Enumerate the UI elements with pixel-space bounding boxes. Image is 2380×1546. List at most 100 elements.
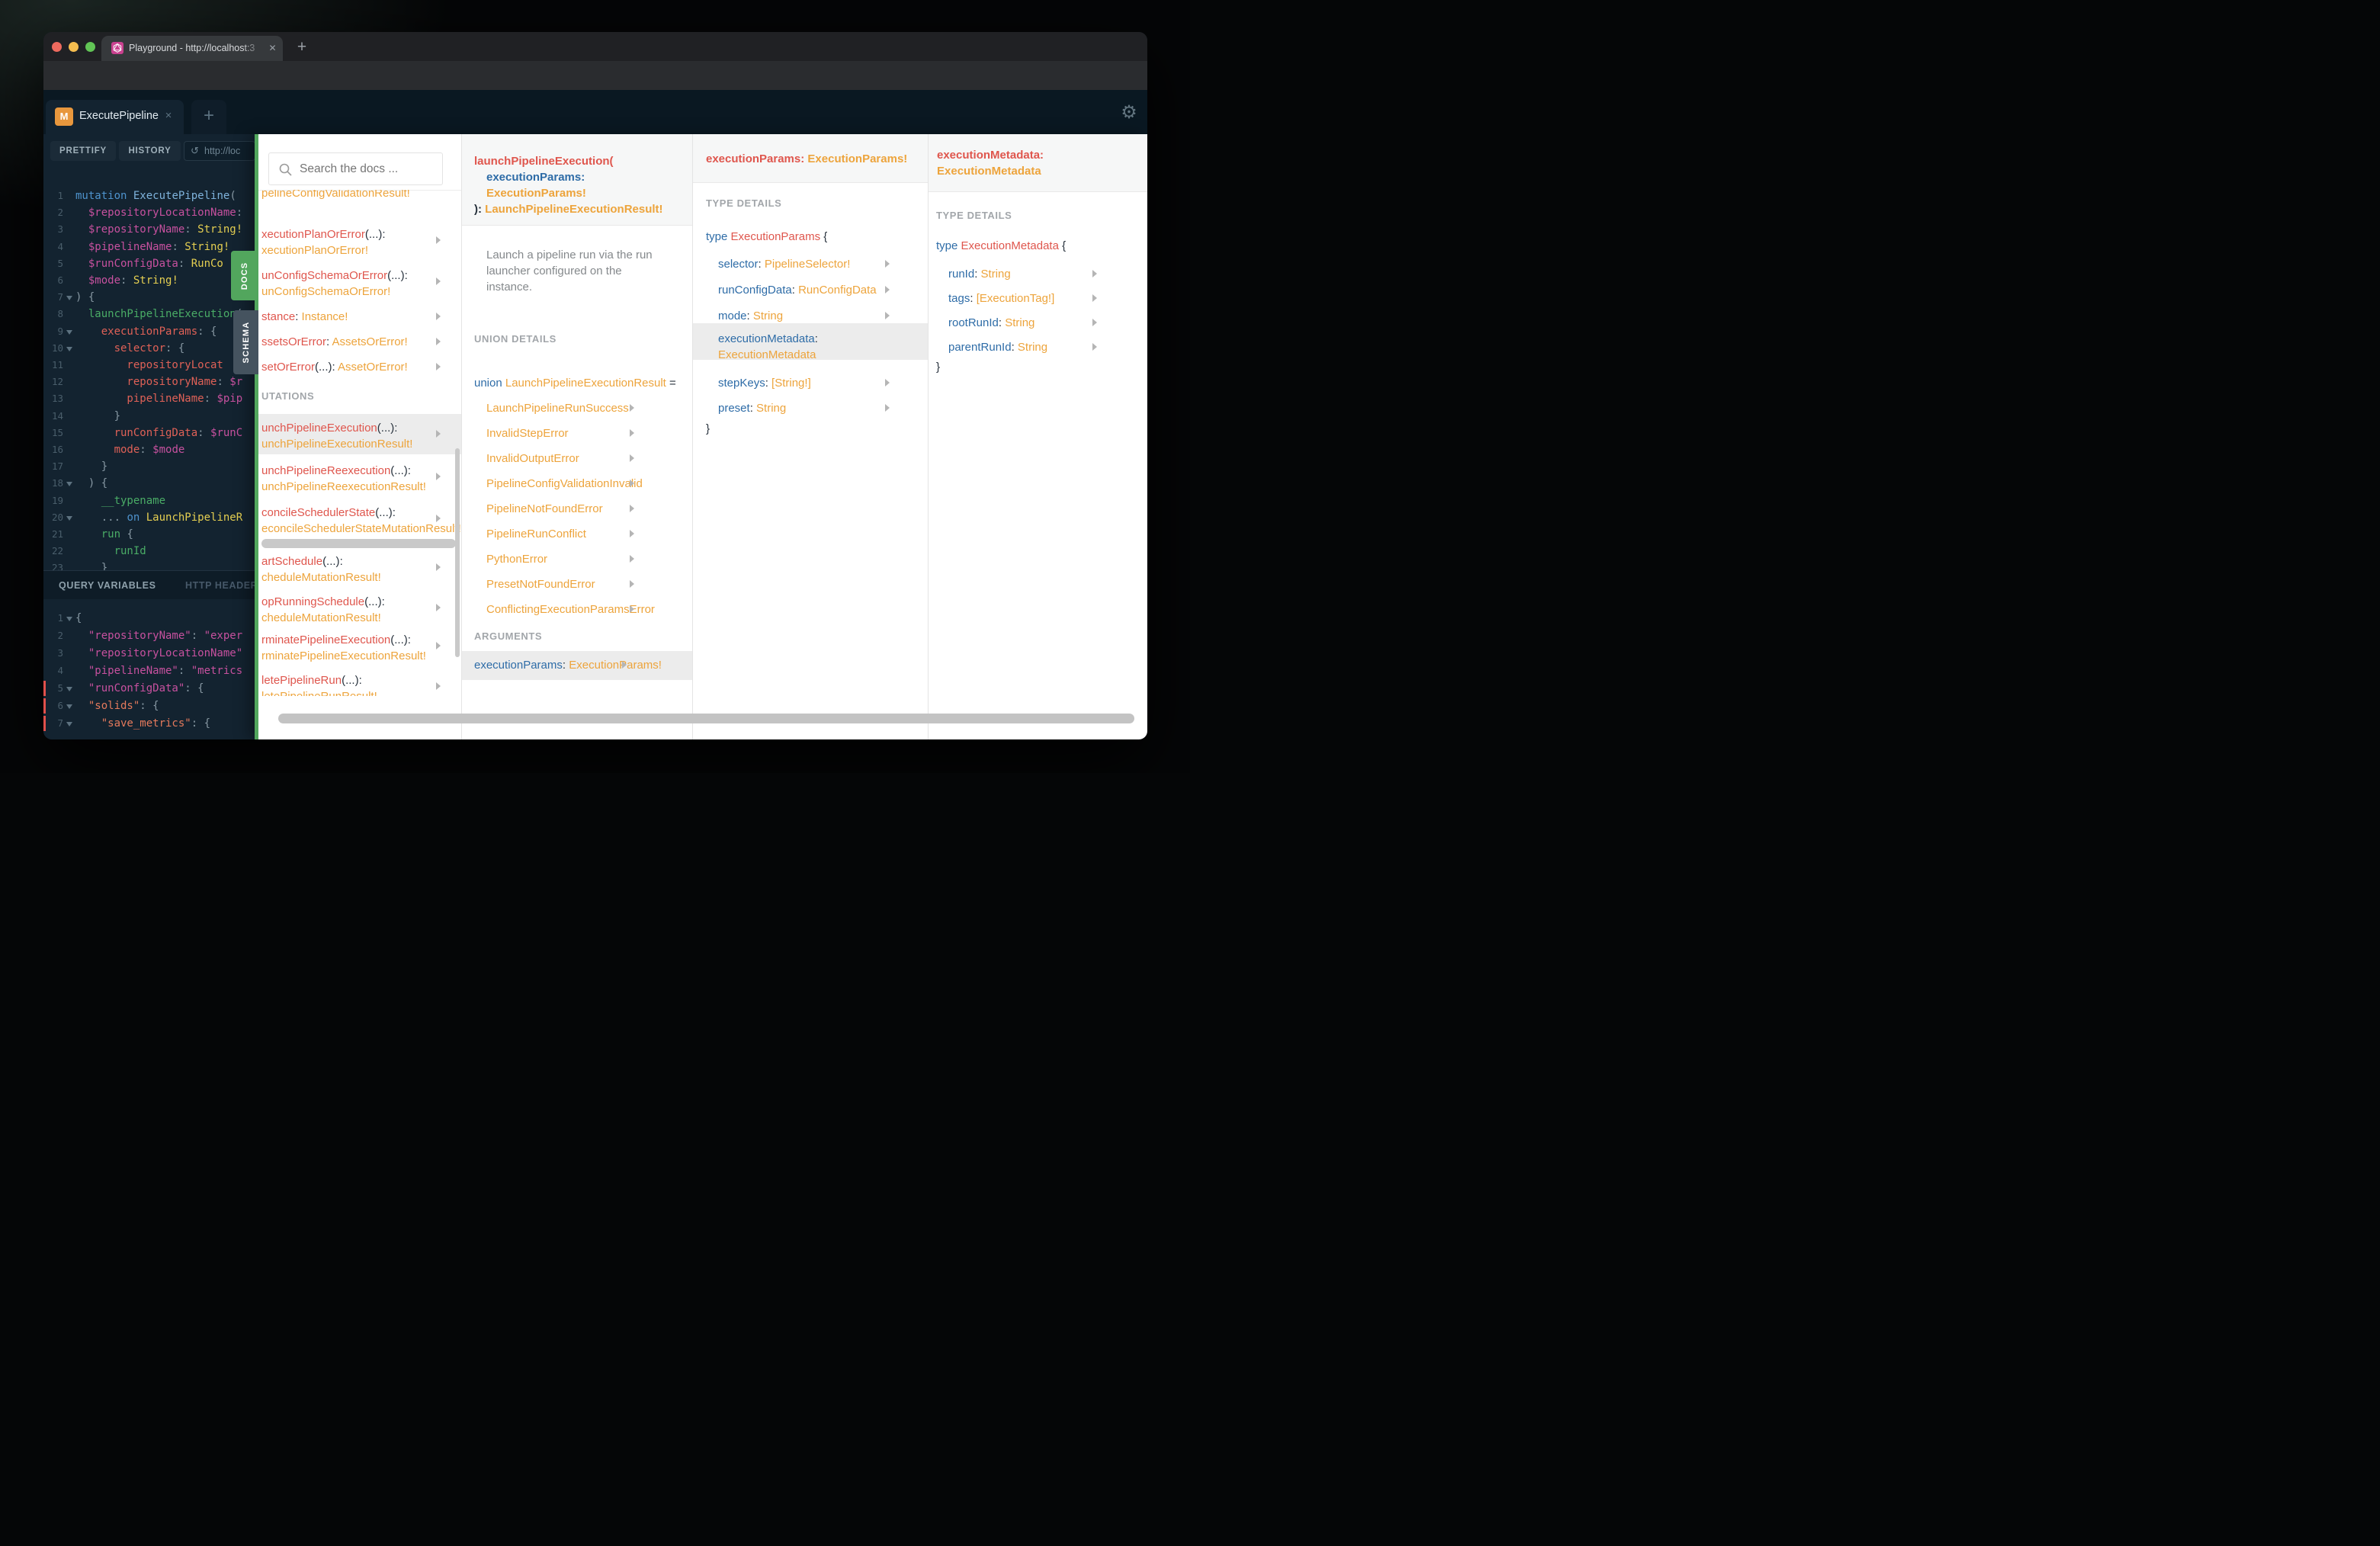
type-field[interactable]: rootRunId: String xyxy=(948,315,1034,331)
chevron-right-icon[interactable] xyxy=(885,312,890,319)
type-field[interactable]: mode: String xyxy=(718,308,783,324)
prettify-button[interactable]: PRETTIFY xyxy=(50,141,116,161)
doc-list-item[interactable]: setOrError(...): AssetOrError! xyxy=(261,359,408,375)
tab-query-variables[interactable]: QUERY VARIABLES xyxy=(59,580,156,591)
fold-arrow-icon[interactable] xyxy=(66,617,72,621)
schema-side-tab[interactable]: SCHEMA xyxy=(233,310,258,374)
doc-list-item[interactable]: unchPipelineExecution(...): xyxy=(261,420,397,436)
union-name[interactable]: LaunchPipelineExecutionResult xyxy=(505,377,666,390)
doc-list-item[interactable]: stance: Instance! xyxy=(261,309,348,325)
doc-list-item[interactable]: unchPipelineReexecution(...): xyxy=(261,463,411,479)
playground-tab-close-icon[interactable]: × xyxy=(162,109,175,123)
chevron-right-icon[interactable] xyxy=(436,563,441,571)
search-input[interactable] xyxy=(298,158,438,181)
vertical-scrollbar[interactable] xyxy=(455,448,460,657)
argument-row[interactable]: executionParams: ExecutionParams! xyxy=(462,651,692,680)
editor-line[interactable]: $mode: String! xyxy=(75,272,178,289)
doc-list-item[interactable]: pelineConfigValidationResult! xyxy=(261,190,410,201)
chevron-right-icon[interactable] xyxy=(436,313,441,320)
type-field[interactable]: tags: [ExecutionTag!] xyxy=(948,290,1054,306)
fold-arrow-icon[interactable] xyxy=(66,704,72,709)
editor-line[interactable]: mutation ExecutePipeline( xyxy=(75,188,236,204)
type-field[interactable]: selector: PipelineSelector! xyxy=(718,256,850,272)
doc-list-item[interactable]: unConfigSchemaOrError(...): xyxy=(261,268,408,284)
chevron-right-icon[interactable] xyxy=(436,604,441,611)
fold-arrow-icon[interactable] xyxy=(66,722,72,726)
close-window-button[interactable] xyxy=(52,41,62,52)
chevron-right-icon[interactable] xyxy=(1092,343,1097,351)
chevron-right-icon[interactable] xyxy=(630,555,634,563)
doc-list-item[interactable]: letePipelineRun(...): xyxy=(261,672,362,688)
chevron-right-icon[interactable] xyxy=(436,642,441,650)
union-member[interactable]: InvalidStepError xyxy=(486,425,569,441)
chevron-right-icon[interactable] xyxy=(630,480,634,487)
fold-arrow-icon[interactable] xyxy=(66,346,72,351)
editor-line[interactable]: runId xyxy=(75,543,146,560)
union-member[interactable]: InvalidOutputError xyxy=(486,451,579,467)
editor-line[interactable]: } xyxy=(75,458,107,475)
settings-gear-icon[interactable]: ⚙ xyxy=(1117,101,1141,125)
editor-line[interactable]: $repositoryLocationName: xyxy=(75,204,242,221)
chevron-right-icon[interactable] xyxy=(436,236,441,244)
horizontal-scrollbar[interactable] xyxy=(261,539,456,548)
type-field[interactable]: stepKeys: [String!] xyxy=(718,375,811,391)
chevron-right-icon[interactable] xyxy=(622,661,627,669)
chevron-right-icon[interactable] xyxy=(630,605,634,613)
doc-list-item[interactable]: rminatePipelineExecution(...): xyxy=(261,632,411,648)
browser-tab[interactable]: Playground - http://localhost:3 ✕ xyxy=(101,36,283,61)
chevron-right-icon[interactable] xyxy=(436,430,441,438)
fold-arrow-icon[interactable] xyxy=(66,687,72,691)
doc-list-item-type-line[interactable]: letePipelineRunResult! xyxy=(261,688,377,696)
tab-http-headers[interactable]: HTTP HEADER xyxy=(185,580,258,591)
doc-list-item-type-line[interactable]: unchPipelineExecutionResult! xyxy=(261,436,412,452)
editor-line[interactable]: run { xyxy=(75,526,133,543)
editor-line[interactable]: launchPipelineExecution( xyxy=(75,306,242,322)
union-member[interactable]: PresetNotFoundError xyxy=(486,576,595,592)
horizontal-scrollbar[interactable] xyxy=(278,714,1134,723)
refetch-schema-icon[interactable]: ↺ xyxy=(191,142,199,160)
editor-line[interactable]: "save_metrics": { xyxy=(75,715,210,732)
type-field-type-line[interactable]: ExecutionMetadata xyxy=(718,347,816,363)
editor-line[interactable]: $pipelineName: String! xyxy=(75,239,229,255)
doc-list-item[interactable]: opRunningSchedule(...): xyxy=(261,594,385,610)
editor-line[interactable]: ) { xyxy=(75,475,107,492)
chevron-right-icon[interactable] xyxy=(630,530,634,537)
doc-list-item[interactable]: concileSchedulerState(...): xyxy=(261,505,396,521)
type-field[interactable]: runConfigData: RunConfigData xyxy=(718,282,877,298)
chevron-right-icon[interactable] xyxy=(885,404,890,412)
chevron-right-icon[interactable] xyxy=(630,580,634,588)
doc-list-item-type-line[interactable]: cheduleMutationResult! xyxy=(261,569,381,585)
browser-tab-close-icon[interactable]: ✕ xyxy=(266,42,279,55)
chevron-right-icon[interactable] xyxy=(630,505,634,512)
union-member[interactable]: PipelineNotFoundError xyxy=(486,501,603,517)
doc-list-item-type-line[interactable]: rminatePipelineExecutionResult! xyxy=(261,648,426,664)
type-header-type[interactable]: ExecutionMetadata xyxy=(937,165,1041,178)
chevron-right-icon[interactable] xyxy=(436,473,441,480)
doc-list-item-type-line[interactable]: unchPipelineReexecutionResult! xyxy=(261,479,426,495)
doc-list-item-type-line[interactable]: unConfigSchemaOrError! xyxy=(261,284,390,300)
editor-line[interactable]: executionParams: { xyxy=(75,323,217,340)
editor-line[interactable]: repositoryLocat xyxy=(75,357,223,374)
union-member[interactable]: PipelineConfigValidationInvalid xyxy=(486,476,643,492)
chevron-right-icon[interactable] xyxy=(1092,319,1097,326)
editor-line[interactable]: $runConfigData: RunCo xyxy=(75,255,223,272)
editor-line[interactable]: selector: { xyxy=(75,340,185,357)
chevron-right-icon[interactable] xyxy=(436,363,441,370)
editor-line[interactable]: { xyxy=(75,610,82,627)
editor-line[interactable]: } xyxy=(75,408,120,425)
editor-line[interactable]: "repositoryLocationName" xyxy=(75,645,242,662)
editor-line[interactable]: "runConfigData": { xyxy=(75,680,204,697)
type-name[interactable]: ExecutionMetadata xyxy=(961,239,1059,252)
fold-arrow-icon[interactable] xyxy=(66,296,72,301)
union-member[interactable]: PipelineRunConflict xyxy=(486,526,586,542)
chevron-right-icon[interactable] xyxy=(436,338,441,345)
chevron-right-icon[interactable] xyxy=(885,286,890,293)
chevron-right-icon[interactable] xyxy=(436,515,441,522)
chevron-right-icon[interactable] xyxy=(630,429,634,437)
chevron-right-icon[interactable] xyxy=(1092,294,1097,302)
new-tab-button[interactable]: + xyxy=(292,38,312,58)
editor-line[interactable]: "repositoryName": "exper xyxy=(75,627,242,644)
editor-line[interactable]: $repositoryName: String! xyxy=(75,221,242,238)
type-field[interactable]: preset: String xyxy=(718,400,786,416)
docs-side-tab[interactable]: DOCS xyxy=(231,251,258,300)
